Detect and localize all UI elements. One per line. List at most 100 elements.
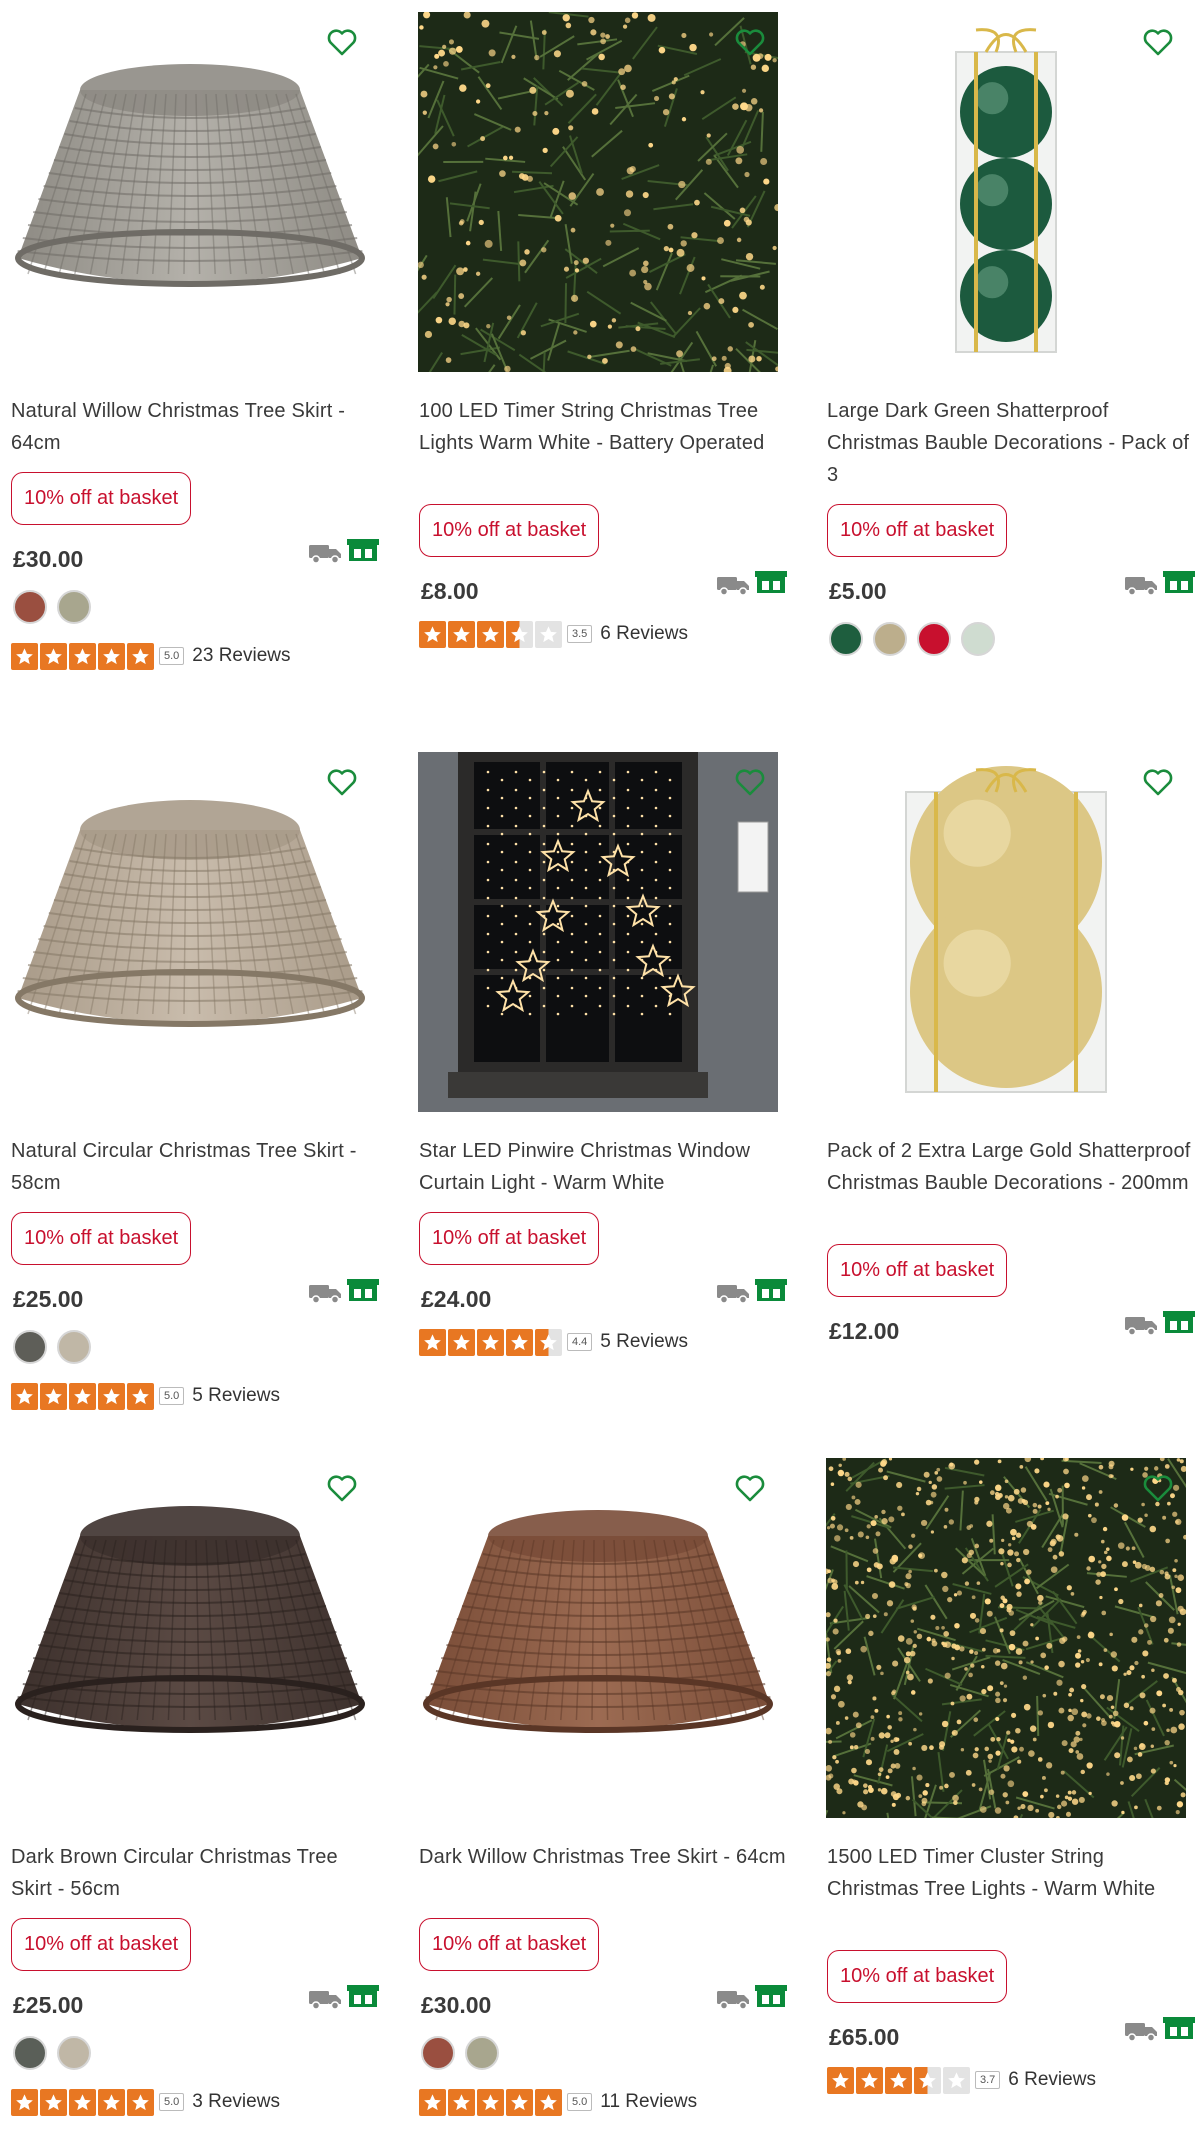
star-icon — [98, 1382, 125, 1410]
star-rating[interactable]: 5.0 11 Reviews — [419, 2088, 697, 2116]
rating-value: 4.4 — [567, 1333, 593, 1351]
colour-swatch[interactable] — [13, 590, 47, 624]
product-image[interactable] — [10, 1458, 370, 1818]
product-card[interactable]: Pack of 2 Extra Large Gold Shatterproof … — [816, 740, 1196, 1440]
promo-badge: 10% off at basket — [827, 504, 1008, 557]
click-and-collect-icon — [754, 1278, 788, 1302]
product-image[interactable] — [826, 12, 1186, 372]
product-title[interactable]: Natural Willow Christmas Tree Skirt - 64… — [11, 395, 381, 459]
product-title[interactable]: Dark Brown Circular Christmas Tree Skirt… — [11, 1841, 381, 1905]
product-title[interactable]: Dark Willow Christmas Tree Skirt - 64cm — [419, 1841, 789, 1873]
reviews-link[interactable]: 6 Reviews — [600, 623, 688, 645]
star-icon — [69, 1382, 96, 1410]
colour-swatch[interactable] — [961, 622, 995, 656]
reviews-link[interactable]: 3 Reviews — [192, 2091, 280, 2113]
wishlist-heart-icon[interactable] — [322, 1468, 362, 1508]
rating-value: 5.0 — [159, 2093, 185, 2111]
product-image[interactable] — [418, 1458, 778, 1818]
product-price: £24.00 — [421, 1286, 492, 1312]
product-title[interactable]: 100 LED Timer String Christmas Tree Ligh… — [419, 395, 789, 459]
stars — [419, 2088, 562, 2116]
stars — [827, 2066, 970, 2094]
product-card[interactable]: 100 LED Timer String Christmas Tree Ligh… — [408, 0, 788, 700]
wishlist-heart-icon[interactable] — [730, 1468, 770, 1508]
wishlist-heart-icon[interactable] — [1138, 1468, 1178, 1508]
colour-swatch[interactable] — [57, 2036, 91, 2070]
click-and-collect-icon — [754, 570, 788, 594]
star-rating[interactable]: 5.0 23 Reviews — [11, 642, 291, 670]
wishlist-heart-icon[interactable] — [322, 22, 362, 62]
star-icon — [535, 1328, 562, 1356]
star-icon — [11, 642, 38, 670]
wishlist-heart-icon[interactable] — [1138, 762, 1178, 802]
colour-swatch[interactable] — [917, 622, 951, 656]
product-card[interactable]: Dark Willow Christmas Tree Skirt - 64cm 1… — [408, 1446, 788, 2146]
colour-swatch[interactable] — [829, 622, 863, 656]
reviews-link[interactable]: 6 Reviews — [1008, 2069, 1096, 2091]
click-and-collect-icon — [346, 538, 380, 562]
colour-swatch[interactable] — [13, 1330, 47, 1364]
product-card[interactable]: 1500 LED Timer Cluster String Christmas … — [816, 1446, 1196, 2146]
product-grid: Natural Willow Christmas Tree Skirt - 64… — [0, 0, 1200, 2154]
colour-swatch[interactable] — [57, 1330, 91, 1364]
colour-swatch[interactable] — [13, 2036, 47, 2070]
star-icon — [40, 1382, 67, 1410]
product-price: £25.00 — [13, 1992, 84, 2018]
star-icon — [419, 2088, 446, 2116]
stars — [11, 642, 154, 670]
promo-badge: 10% off at basket — [827, 1244, 1008, 1297]
product-image[interactable] — [10, 752, 370, 1112]
product-card[interactable]: Natural Circular Christmas Tree Skirt - … — [0, 740, 380, 1440]
stars — [11, 2088, 154, 2116]
promo-badge: 10% off at basket — [11, 472, 192, 525]
star-icon — [914, 2066, 941, 2094]
reviews-link[interactable]: 5 Reviews — [192, 1385, 280, 1407]
product-card[interactable]: Dark Brown Circular Christmas Tree Skirt… — [0, 1446, 380, 2146]
reviews-link[interactable]: 11 Reviews — [600, 2091, 697, 2113]
product-image[interactable] — [418, 12, 778, 372]
star-rating[interactable]: 3.7 6 Reviews — [827, 2066, 1096, 2094]
star-icon — [69, 2088, 96, 2116]
star-icon — [943, 2066, 970, 2094]
colour-swatch[interactable] — [421, 2036, 455, 2070]
promo-badge: 10% off at basket — [827, 1950, 1008, 2003]
stars — [419, 1328, 562, 1356]
colour-swatch[interactable] — [873, 622, 907, 656]
reviews-link[interactable]: 5 Reviews — [600, 1331, 688, 1353]
star-rating[interactable]: 5.0 3 Reviews — [11, 2088, 280, 2116]
star-rating[interactable]: 4.4 5 Reviews — [419, 1328, 688, 1356]
product-image[interactable] — [418, 752, 778, 1112]
product-image[interactable] — [10, 12, 370, 372]
product-card[interactable]: Natural Willow Christmas Tree Skirt - 64… — [0, 0, 380, 700]
wishlist-heart-icon[interactable] — [730, 762, 770, 802]
product-title[interactable]: 1500 LED Timer Cluster String Christmas … — [827, 1841, 1197, 1905]
wishlist-heart-icon[interactable] — [730, 22, 770, 62]
star-icon — [127, 1382, 154, 1410]
reviews-link[interactable]: 23 Reviews — [192, 645, 290, 667]
star-icon — [11, 1382, 38, 1410]
star-rating[interactable]: 5.0 5 Reviews — [11, 1382, 280, 1410]
product-price: £65.00 — [829, 2024, 900, 2050]
product-title[interactable]: Natural Circular Christmas Tree Skirt - … — [11, 1135, 381, 1199]
product-title[interactable]: Large Dark Green Shatterproof Christmas … — [827, 395, 1197, 491]
delivery-van-icon — [1124, 574, 1158, 596]
colour-swatches — [13, 1330, 91, 1366]
product-image[interactable] — [826, 752, 1186, 1112]
stars — [419, 620, 562, 648]
colour-swatch[interactable] — [57, 590, 91, 624]
product-image[interactable] — [826, 1458, 1186, 1818]
click-and-collect-icon — [1162, 1310, 1196, 1334]
wishlist-heart-icon[interactable] — [322, 762, 362, 802]
colour-swatch[interactable] — [465, 2036, 499, 2070]
wishlist-heart-icon[interactable] — [1138, 22, 1178, 62]
star-icon — [885, 2066, 912, 2094]
product-card[interactable]: Star LED Pinwire Christmas Window Curtai… — [408, 740, 788, 1440]
promo-badge: 10% off at basket — [419, 1212, 600, 1265]
star-icon — [40, 2088, 67, 2116]
product-card[interactable]: Large Dark Green Shatterproof Christmas … — [816, 0, 1196, 700]
delivery-van-icon — [716, 574, 750, 596]
star-rating[interactable]: 3.5 6 Reviews — [419, 620, 688, 648]
product-title[interactable]: Star LED Pinwire Christmas Window Curtai… — [419, 1135, 789, 1199]
click-and-collect-icon — [346, 1278, 380, 1302]
product-title[interactable]: Pack of 2 Extra Large Gold Shatterproof … — [827, 1135, 1197, 1199]
